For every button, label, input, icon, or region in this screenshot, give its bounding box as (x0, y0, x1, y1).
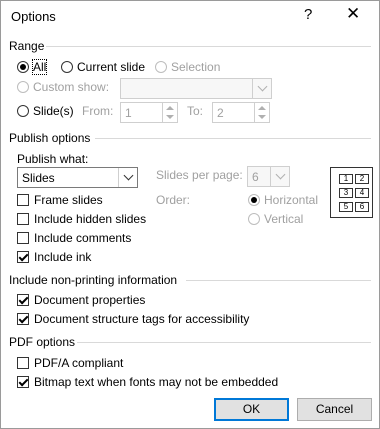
order-horizontal-radio[interactable] (248, 194, 260, 206)
pdf-section-title: PDF options (9, 335, 76, 349)
close-icon[interactable]: ✕ (346, 4, 360, 24)
document-properties-label[interactable]: Document properties (34, 293, 145, 307)
custom-show-dropdown[interactable] (120, 78, 272, 99)
frame-slides-checkbox[interactable] (17, 194, 29, 206)
order-horizontal-label: Horizontal (264, 193, 319, 207)
publish-section-title: Publish options (9, 131, 91, 145)
pdfa-compliant-label[interactable]: PDF/A compliant (34, 356, 123, 370)
document-structure-tags-checkbox[interactable] (17, 313, 29, 325)
to-spinbox[interactable]: 2 (212, 102, 270, 123)
order-vertical-radio[interactable] (248, 213, 260, 225)
from-spinner-buttons[interactable] (162, 103, 177, 122)
cancel-button[interactable]: Cancel (297, 398, 372, 421)
document-properties-checkbox[interactable] (17, 294, 29, 306)
include-comments-label[interactable]: Include comments (34, 231, 131, 245)
range-separator (46, 46, 371, 47)
order-label: Order: (156, 193, 191, 207)
publish-separator (95, 138, 371, 139)
publish-what-label: Publish what: (17, 152, 89, 166)
layout-cell: 4 (355, 188, 369, 198)
layout-cell: 2 (355, 174, 369, 184)
spin-down-icon[interactable] (166, 115, 174, 119)
include-hidden-slides-checkbox[interactable] (17, 213, 29, 225)
page-layout-preview: 1 2 3 4 5 6 (330, 167, 373, 218)
to-spinner-buttons[interactable] (254, 103, 269, 122)
chevron-down-icon (118, 168, 137, 187)
layout-cell: 1 (339, 174, 353, 184)
spin-down-icon[interactable] (258, 115, 266, 119)
chevron-down-icon (270, 167, 289, 186)
pdfa-compliant-checkbox[interactable] (17, 357, 29, 369)
order-vertical-label: Vertical (264, 212, 304, 226)
from-label: From: (82, 104, 114, 118)
options-dialog: Options ? ✕ Range All Current slide Sele… (0, 0, 380, 429)
include-comments-checkbox[interactable] (17, 232, 29, 244)
range-current-slide-label[interactable]: Current slide (77, 60, 145, 74)
to-label: To: (187, 104, 204, 118)
help-button[interactable]: ? (304, 6, 312, 23)
to-value: 2 (217, 106, 224, 120)
publish-what-value: Slides (22, 171, 55, 185)
include-hidden-slides-label[interactable]: Include hidden slides (34, 212, 146, 226)
ok-button[interactable]: OK (214, 398, 289, 421)
chevron-down-icon (252, 79, 271, 98)
layout-cell: 5 (339, 202, 353, 212)
document-structure-tags-label[interactable]: Document structure tags for accessibilit… (34, 312, 249, 326)
pdf-separator (77, 342, 371, 343)
bitmap-text-checkbox[interactable] (17, 376, 29, 388)
layout-cell: 6 (355, 202, 369, 212)
layout-cell: 3 (339, 188, 353, 198)
range-all-radio[interactable] (17, 61, 29, 73)
slides-per-page-dropdown[interactable]: 6 (247, 166, 290, 187)
spin-up-icon[interactable] (258, 106, 266, 110)
bitmap-text-label[interactable]: Bitmap text when fonts may not be embedd… (34, 375, 278, 389)
range-selection-radio[interactable] (155, 61, 167, 73)
dialog-title: Options (11, 9, 56, 24)
range-all-label[interactable]: All (31, 59, 48, 75)
nonprinting-separator (186, 280, 371, 281)
nonprinting-section-title: Include non-printing information (9, 273, 178, 287)
range-slides-radio[interactable] (17, 105, 29, 117)
slides-per-page-label: Slides per page: (156, 168, 243, 182)
spin-up-icon[interactable] (166, 106, 174, 110)
publish-what-dropdown[interactable]: Slides (17, 167, 138, 188)
range-custom-show-label: Custom show: (33, 80, 110, 94)
frame-slides-label[interactable]: Frame slides (34, 193, 103, 207)
from-value: 1 (125, 106, 132, 120)
include-ink-label[interactable]: Include ink (34, 250, 91, 264)
include-ink-checkbox[interactable] (17, 251, 29, 263)
slides-per-page-value: 6 (252, 170, 259, 184)
range-section-title: Range (9, 39, 45, 53)
range-custom-show-radio[interactable] (17, 81, 29, 93)
range-selection-label: Selection (171, 60, 221, 74)
range-current-slide-radio[interactable] (61, 61, 73, 73)
range-slides-label[interactable]: Slide(s) (33, 104, 74, 118)
from-spinbox[interactable]: 1 (120, 102, 178, 123)
